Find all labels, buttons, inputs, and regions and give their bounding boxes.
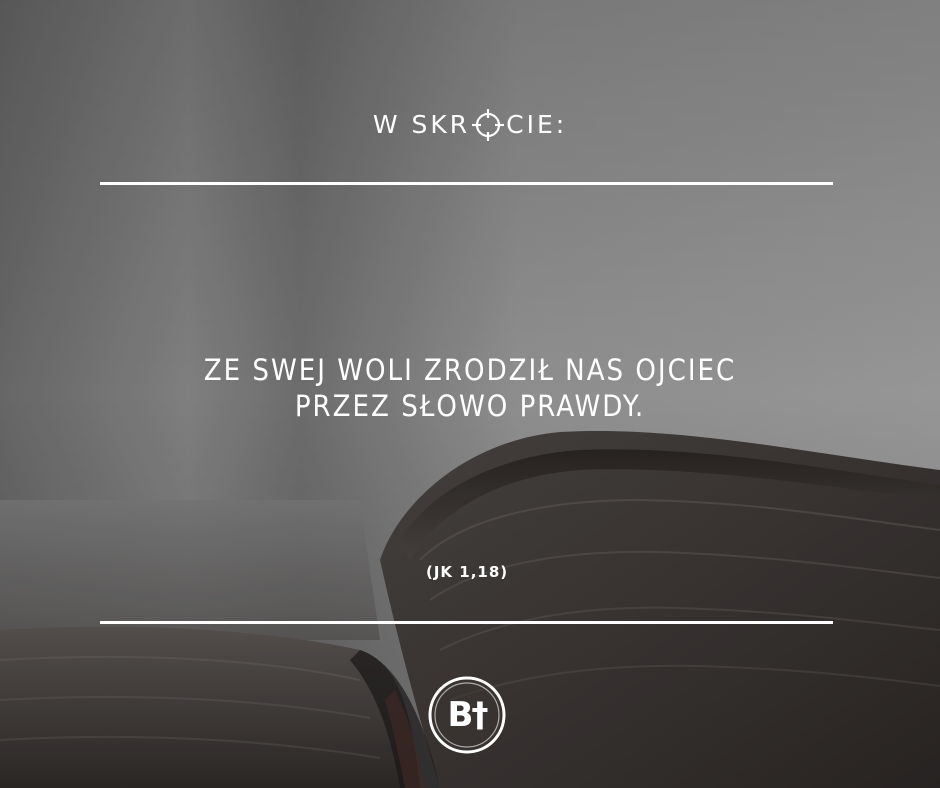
section-title-text-start: W SKR (372, 110, 471, 139)
bible-quote: ZE SWEJ WOLI ZRODZIŁ NAS OJCIEC PRZEZ SŁ… (0, 352, 940, 424)
section-title-text-end: CIE: (506, 110, 568, 139)
quote-line-1: ZE SWEJ WOLI ZRODZIŁ NAS OJCIEC (203, 353, 737, 387)
logo-monogram: B† (447, 695, 489, 735)
verse-reference: (JK 1,18) (426, 563, 509, 581)
crosshair-icon (472, 109, 505, 141)
quote-card: W SKR CIE: ZE SWEJ WOLI ZRODZIŁ NAS OJCI… (0, 0, 940, 788)
brand-logo: B† (425, 673, 509, 757)
quote-line-2: PRZEZ SŁOWO PRAWDY. (294, 389, 646, 423)
top-divider (100, 182, 833, 185)
section-title: W SKR CIE: (0, 108, 940, 142)
bottom-divider (100, 621, 833, 624)
